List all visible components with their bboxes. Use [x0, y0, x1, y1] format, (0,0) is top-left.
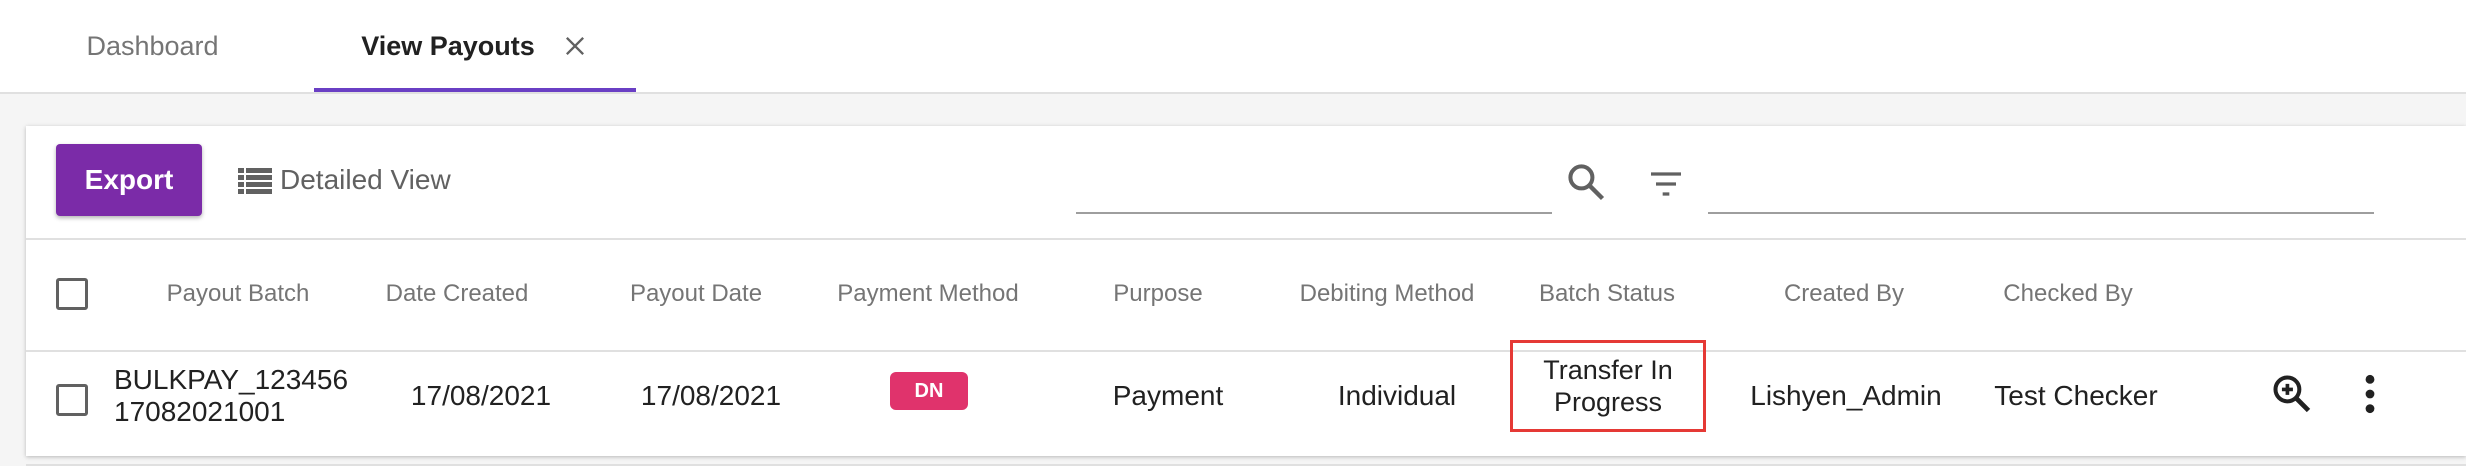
- payout-batch-line2: 17082021001: [114, 396, 286, 427]
- active-tab-indicator: [314, 88, 636, 92]
- payment-method-badge: DN: [890, 372, 968, 410]
- select-all-checkbox[interactable]: [56, 278, 88, 310]
- column-header-batch-status[interactable]: Batch Status: [1514, 238, 1700, 350]
- payout-date-cell: 17/08/2021: [640, 380, 782, 411]
- table-header: Payout Batch Date Created Payout Date Pa…: [26, 238, 2466, 352]
- tab-view-payouts[interactable]: View Payouts: [314, 0, 636, 92]
- table-row[interactable]: BULKPAY_123456 17082021001 17/08/2021 17…: [26, 340, 2466, 466]
- toolbar: Export Detailed View: [26, 126, 2466, 240]
- tab-view-payouts-label: View Payouts: [361, 30, 535, 61]
- zoom-in-icon[interactable]: [2270, 372, 2314, 416]
- tab-dashboard-label: Dashboard: [86, 30, 219, 61]
- filter-icon[interactable]: [1646, 164, 1686, 204]
- column-header-purpose[interactable]: Purpose: [1070, 238, 1246, 350]
- search-icon[interactable]: [1564, 160, 1608, 204]
- column-header-payout-batch[interactable]: Payout Batch: [126, 238, 350, 350]
- search-input[interactable]: [1076, 170, 1552, 214]
- column-header-created-by[interactable]: Created By: [1738, 238, 1950, 350]
- checked-by-cell: Test Checker: [1994, 380, 2158, 411]
- export-button[interactable]: Export: [56, 144, 202, 216]
- batch-status-cell: Transfer In Progress: [1510, 340, 1706, 432]
- payout-batch-cell: BULKPAY_123456 17082021001: [114, 364, 354, 428]
- list-icon: [238, 168, 272, 194]
- purpose-cell: Payment: [1112, 380, 1224, 411]
- date-created-cell: 17/08/2021: [410, 380, 552, 411]
- filter-input[interactable]: [1708, 170, 2374, 214]
- debiting-method-cell: Individual: [1337, 380, 1457, 411]
- column-header-checked-by[interactable]: Checked By: [1968, 238, 2168, 350]
- tab-dashboard[interactable]: Dashboard: [50, 0, 255, 92]
- close-icon[interactable]: [561, 32, 589, 60]
- row-checkbox[interactable]: [56, 384, 88, 416]
- detailed-view-label: Detailed View: [280, 164, 451, 195]
- tab-bar: Dashboard View Payouts: [0, 0, 2466, 94]
- created-by-cell: Lishyen_Admin: [1750, 380, 1942, 411]
- column-header-payout-date[interactable]: Payout Date: [596, 238, 796, 350]
- payout-batch-line1: BULKPAY_123456: [114, 364, 349, 395]
- column-header-payment-method[interactable]: Payment Method: [800, 238, 1056, 350]
- detailed-view-toggle[interactable]: Detailed View: [238, 156, 451, 204]
- more-vert-icon[interactable]: [2360, 372, 2380, 416]
- column-header-date-created[interactable]: Date Created: [362, 238, 552, 350]
- batch-status-line2: Progress: [1553, 387, 1663, 417]
- payouts-card: Export Detailed View Payout Batch Date C…: [26, 126, 2466, 466]
- column-header-debiting-method[interactable]: Debiting Method: [1262, 238, 1512, 350]
- batch-status-line1: Transfer In: [1543, 355, 1673, 385]
